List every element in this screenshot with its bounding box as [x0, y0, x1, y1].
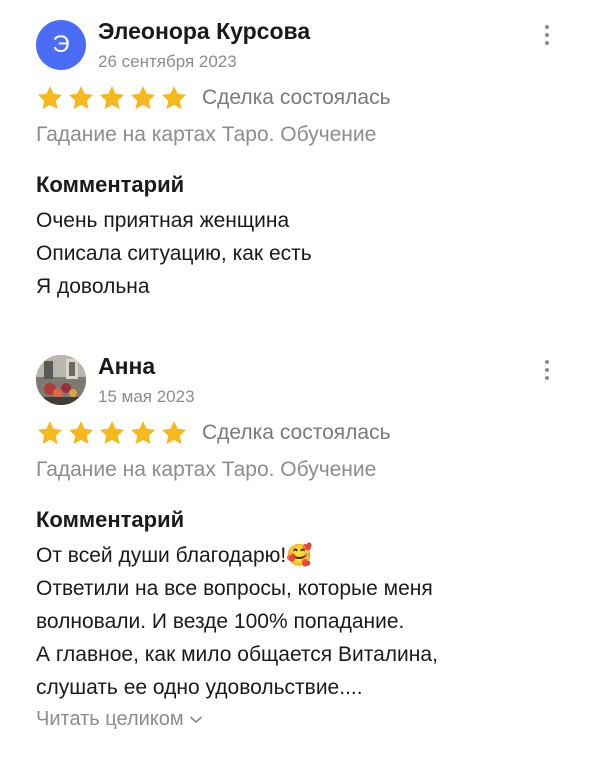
- comment-line: волновали. И везде 100% попадание.: [36, 610, 405, 633]
- star-icon: [37, 86, 63, 109]
- more-options-icon[interactable]: [537, 355, 557, 385]
- comment-text: От всей души благодарю!🥰 Ответили на все…: [36, 539, 576, 704]
- star-icon: [99, 421, 125, 444]
- comment-line: Описала ситуацию, как есть: [36, 242, 312, 265]
- chevron-down-icon: [189, 716, 202, 723]
- deal-status: Сделка состоялась: [202, 421, 391, 444]
- comment-title: Комментарий: [36, 172, 185, 197]
- user-photo-icon: [36, 355, 86, 405]
- author-name[interactable]: Анна: [98, 353, 155, 380]
- comment-line: слушать ее одно удовольствие....: [36, 676, 363, 699]
- star-icon: [130, 86, 156, 109]
- service-name: Гадание на картах Таро. Обучение: [36, 123, 377, 146]
- comment-title: Комментарий: [36, 507, 185, 532]
- comment-line: А главное, как мило общается Виталина,: [36, 643, 438, 666]
- star-icon: [161, 421, 187, 444]
- star-icon: [68, 421, 94, 444]
- author-name[interactable]: Элеонора Курсова: [98, 18, 310, 45]
- rating-row: Сделка состоялась: [36, 418, 391, 448]
- star-icon: [130, 421, 156, 444]
- rating-row: Сделка состоялась: [36, 83, 391, 113]
- review-date: 26 сентября 2023: [98, 52, 237, 71]
- avatar[interactable]: [36, 355, 86, 405]
- star-icon: [68, 86, 94, 109]
- comment-line: От всей души благодарю!🥰: [36, 544, 313, 567]
- comment-line: Ответили на все вопросы, которые меня: [36, 577, 433, 600]
- comment-line: Я довольна: [36, 275, 150, 298]
- read-more-link[interactable]: Читать целиком: [36, 708, 202, 731]
- avatar-letter: Э: [52, 31, 70, 58]
- review-date: 15 мая 2023: [98, 387, 195, 406]
- read-more-label: Читать целиком: [36, 708, 184, 730]
- deal-status: Сделка состоялась: [202, 86, 391, 109]
- comment-line: Очень приятная женщина: [36, 209, 290, 232]
- avatar[interactable]: Э: [36, 20, 86, 70]
- comment-text: Очень приятная женщина Описала ситуацию,…: [36, 204, 576, 303]
- more-options-icon[interactable]: [537, 20, 557, 50]
- star-rating: [36, 84, 188, 112]
- service-name: Гадание на картах Таро. Обучение: [36, 458, 377, 481]
- star-icon: [37, 421, 63, 444]
- review-card: Анна 15 мая 2023 Сделка состоялась Гадан…: [0, 335, 600, 765]
- review-card: Э Элеонора Курсова 26 сентября 2023 Сдел…: [0, 0, 600, 330]
- star-icon: [99, 86, 125, 109]
- star-icon: [161, 86, 187, 109]
- star-rating: [36, 419, 188, 447]
